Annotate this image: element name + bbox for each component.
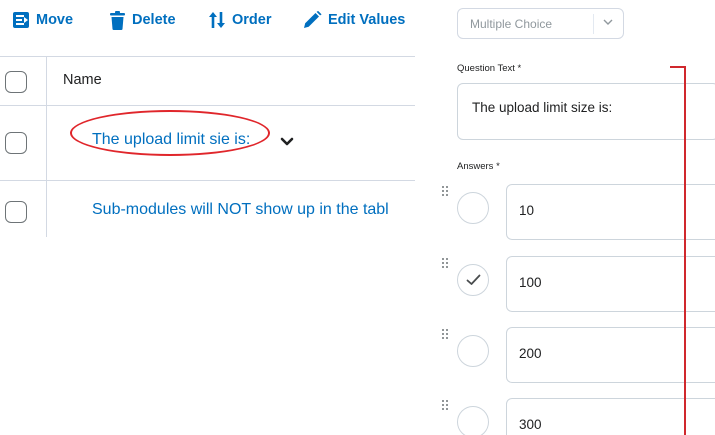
toolbar: Move Delete Order Edit Values	[0, 0, 415, 40]
question-type-select[interactable]: Multiple Choice	[457, 8, 624, 39]
column-header-name[interactable]: Name	[63, 72, 102, 88]
question-type-value: Multiple Choice	[470, 17, 553, 31]
answer-text: 10	[519, 203, 535, 218]
question-text-value: The upload limit size is:	[472, 100, 613, 115]
correct-answer-radio[interactable]	[457, 192, 489, 224]
chevron-down-icon[interactable]	[280, 137, 294, 147]
move-icon	[13, 12, 29, 28]
answer-field[interactable]: 200	[506, 327, 715, 383]
drag-handle-icon[interactable]	[442, 258, 448, 268]
answer-option: 200	[440, 327, 715, 385]
drag-handle-icon[interactable]	[442, 186, 448, 196]
annotation-bracket-tick	[670, 66, 686, 68]
delete-label: Delete	[132, 12, 176, 28]
order-button[interactable]: Order	[208, 9, 272, 31]
answer-option: 100	[440, 256, 715, 314]
checkmark-icon	[466, 274, 481, 285]
grid-header-row: Name	[0, 56, 415, 106]
move-label: Move	[36, 12, 74, 28]
answer-text: 300	[519, 417, 542, 432]
correct-answer-radio[interactable]	[457, 406, 489, 435]
order-label: Order	[232, 12, 272, 28]
answer-option: 10	[440, 184, 715, 242]
question-link[interactable]: The upload limit sie is:	[92, 131, 250, 149]
select-all-checkbox[interactable]	[5, 71, 27, 93]
answer-text: 100	[519, 275, 542, 290]
sort-arrows-icon	[209, 12, 225, 28]
drag-handle-icon[interactable]	[442, 329, 448, 339]
answer-field[interactable]: 100	[506, 256, 715, 312]
pencil-icon	[304, 11, 322, 28]
drag-handle-icon[interactable]	[442, 400, 448, 410]
question-text-label: Question Text *	[457, 63, 522, 74]
answer-text: 200	[519, 346, 542, 361]
row-checkbox[interactable]	[5, 132, 27, 154]
answer-option: 300	[440, 398, 715, 435]
edit-values-button[interactable]: Edit Values	[303, 9, 405, 31]
answer-field[interactable]: 300	[506, 398, 715, 435]
trash-icon	[110, 10, 125, 30]
edit-values-label: Edit Values	[328, 12, 406, 28]
move-button[interactable]: Move	[12, 9, 73, 31]
chevron-down-icon	[603, 19, 613, 25]
delete-button[interactable]: Delete	[109, 9, 176, 31]
table-row: Sub-modules will NOT show up in the tabl	[0, 181, 415, 237]
select-divider	[593, 14, 594, 34]
question-link[interactable]: Sub-modules will NOT show up in the tabl	[92, 201, 389, 219]
column-divider	[46, 56, 47, 237]
correct-answer-radio[interactable]	[457, 264, 489, 296]
question-text-field[interactable]: The upload limit size is:	[457, 83, 715, 140]
row-checkbox[interactable]	[5, 201, 27, 223]
answers-label: Answers *	[457, 161, 500, 172]
answer-field[interactable]: 10	[506, 184, 715, 240]
table-row: The upload limit sie is:	[0, 106, 415, 181]
correct-answer-radio[interactable]	[457, 335, 489, 367]
